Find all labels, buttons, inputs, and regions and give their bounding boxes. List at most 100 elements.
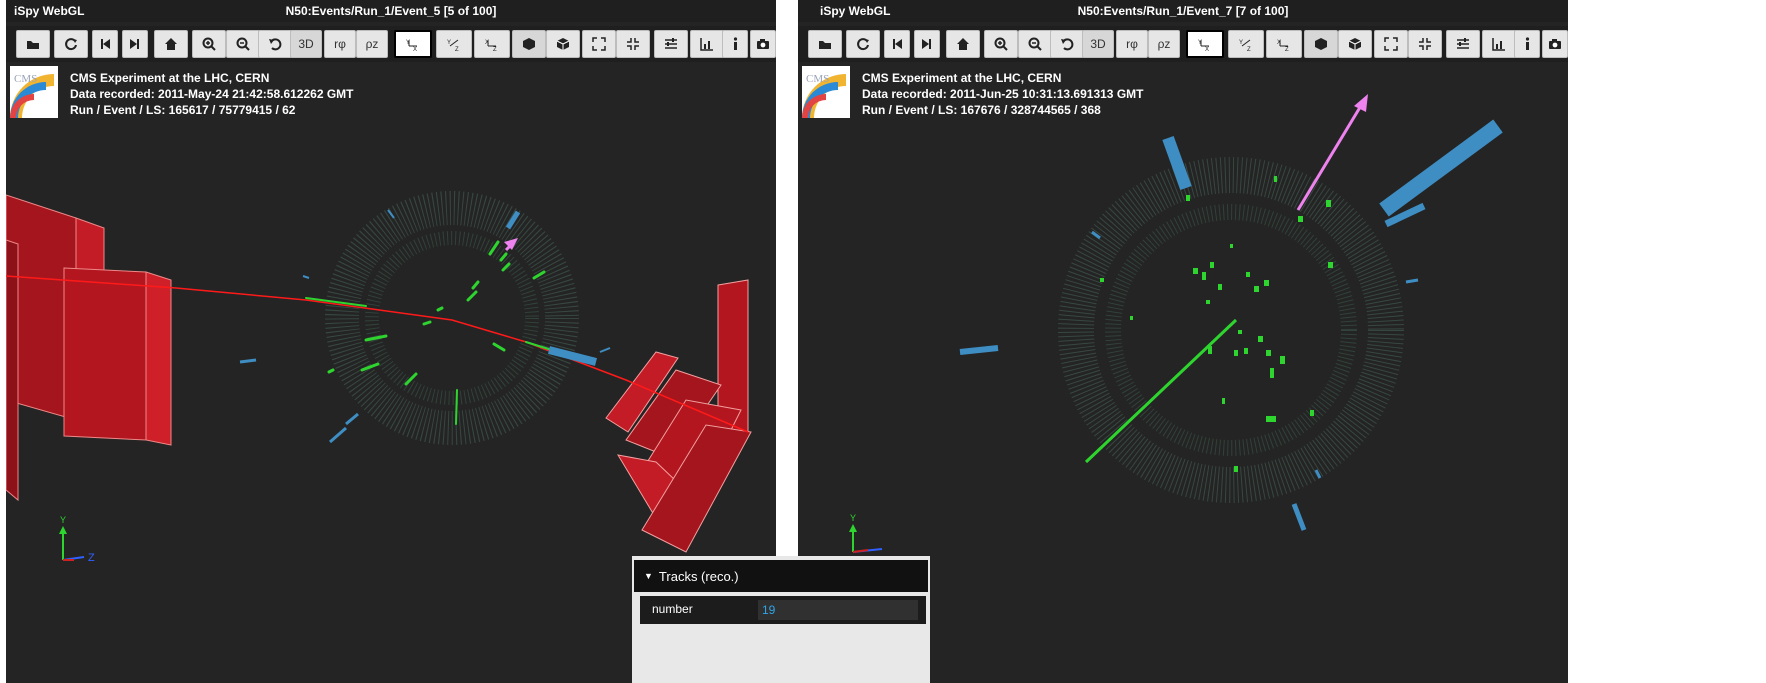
xz-projection-button[interactable]: XZ (474, 30, 510, 58)
open-file-button[interactable] (808, 30, 842, 58)
xy-projection-button[interactable]: YX (1186, 30, 1224, 58)
open-file-icon (27, 41, 39, 49)
exit-fullscreen-button[interactable] (616, 30, 650, 58)
tracks-section-header[interactable]: ▼ Tracks (reco.) (634, 560, 928, 592)
open-file-icon (819, 41, 831, 49)
camera-button[interactable] (1542, 30, 1568, 58)
svg-text:Z: Z (455, 47, 459, 52)
settings-icon (665, 38, 677, 49)
orthographic-button[interactable] (546, 30, 580, 58)
title-bar: iSpy WebGL N50:Events/Run_1/Event_5 [5 o… (6, 0, 776, 22)
open-file-button[interactable] (16, 30, 50, 58)
zoom-out-icon (1028, 37, 1042, 51)
perspective-button[interactable] (1304, 30, 1338, 58)
reset-button[interactable] (1050, 30, 1084, 58)
fullscreen-icon (592, 37, 606, 51)
jet-track (1084, 318, 1238, 464)
orthographic-icon (1348, 38, 1362, 50)
plot-icon (1492, 38, 1505, 51)
settings-button[interactable] (1446, 30, 1480, 58)
view-3d-button[interactable]: 3D (290, 30, 322, 58)
yz-projection-button[interactable]: YZ (436, 30, 472, 58)
reset-button[interactable] (258, 30, 292, 58)
tracker-outer-ring (1058, 157, 1404, 503)
view-rhoz-button[interactable]: ρz (1148, 30, 1180, 58)
home-icon (957, 38, 969, 50)
properties-panel: ▼ Tracks (reco.) number 19 (632, 556, 930, 683)
xz-projection-icon: XZ (1277, 40, 1289, 52)
previous-event-button[interactable] (92, 30, 118, 58)
view-rphi-button[interactable]: rφ (324, 30, 356, 58)
svg-text:X: X (413, 47, 417, 52)
previous-event-icon (101, 39, 110, 49)
info-icon (733, 37, 738, 50)
yz-projection-icon: YZ (1239, 39, 1251, 52)
orthographic-button[interactable] (1338, 30, 1372, 58)
zoom-out-button[interactable] (1018, 30, 1052, 58)
collapse-arrow-icon[interactable]: ▼ (644, 571, 653, 581)
xy-projection-icon: YX (1198, 40, 1209, 52)
axes-indicator-left: Y Z (59, 515, 95, 564)
info-button[interactable] (1514, 30, 1540, 58)
zoom-out-icon (236, 37, 250, 51)
next-event-button[interactable] (122, 30, 148, 58)
met-arrow-right (1296, 94, 1368, 211)
view-rhoz-button[interactable]: ρz (356, 30, 388, 58)
xy-projection-icon: YX (406, 40, 417, 52)
zoom-in-button[interactable] (984, 30, 1018, 58)
orthographic-icon (556, 38, 570, 50)
camera-icon (757, 39, 769, 49)
zoom-out-button[interactable] (226, 30, 260, 58)
plot-button[interactable] (1482, 30, 1516, 58)
property-row-number: number 19 (640, 596, 926, 624)
yz-projection-icon: YZ (447, 39, 459, 52)
toolbar: 3D rφ ρz Y X Y Z X Z (798, 26, 1568, 62)
reload-button[interactable] (846, 30, 880, 58)
event-path: N50:Events/Run_1/Event_7 [7 of 100] (1077, 4, 1289, 18)
home-button[interactable] (946, 30, 980, 58)
svg-text:Z: Z (493, 47, 497, 52)
plot-button[interactable] (690, 30, 724, 58)
next-event-icon (130, 39, 139, 49)
camera-button[interactable] (750, 30, 776, 58)
view-3d-button[interactable]: 3D (1082, 30, 1114, 58)
muon-chambers-right (605, 279, 752, 553)
zoom-in-icon (994, 37, 1008, 51)
reload-button[interactable] (54, 30, 88, 58)
property-value-field[interactable]: 19 (758, 600, 918, 620)
exit-fullscreen-icon (627, 38, 639, 50)
svg-text:Z: Z (88, 552, 95, 564)
home-icon (165, 38, 177, 50)
svg-text:Y: Y (60, 515, 66, 525)
calo-towers-right (959, 119, 1503, 531)
svg-text:Z: Z (1247, 47, 1251, 52)
previous-event-button[interactable] (884, 30, 910, 58)
svg-text:X: X (1205, 47, 1209, 52)
tracker-inner-ring (365, 231, 539, 405)
next-event-icon (922, 39, 931, 49)
info-button[interactable] (722, 30, 748, 58)
event-path: N50:Events/Run_1/Event_5 [5 of 100] (285, 4, 497, 18)
xz-projection-icon: XZ (485, 40, 497, 52)
xz-projection-button[interactable]: XZ (1266, 30, 1302, 58)
exit-fullscreen-button[interactable] (1408, 30, 1442, 58)
zoom-in-button[interactable] (192, 30, 226, 58)
settings-button[interactable] (654, 30, 688, 58)
settings-icon (1457, 38, 1469, 49)
fullscreen-button[interactable] (1374, 30, 1408, 58)
section-title: Tracks (reco.) (658, 568, 739, 584)
svg-text:Z: Z (1285, 47, 1289, 52)
yz-projection-button[interactable]: YZ (1228, 30, 1264, 58)
fullscreen-icon (1384, 37, 1398, 51)
zoom-in-icon (202, 37, 216, 51)
home-button[interactable] (154, 30, 188, 58)
perspective-icon (523, 38, 535, 50)
perspective-button[interactable] (512, 30, 546, 58)
view-rphi-button[interactable]: rφ (1116, 30, 1148, 58)
next-event-button[interactable] (914, 30, 940, 58)
fullscreen-button[interactable] (582, 30, 616, 58)
previous-event-icon (893, 39, 902, 49)
axes-indicator-right: Y (849, 513, 883, 553)
reset-icon (1061, 38, 1074, 51)
xy-projection-button[interactable]: YX (394, 30, 432, 58)
